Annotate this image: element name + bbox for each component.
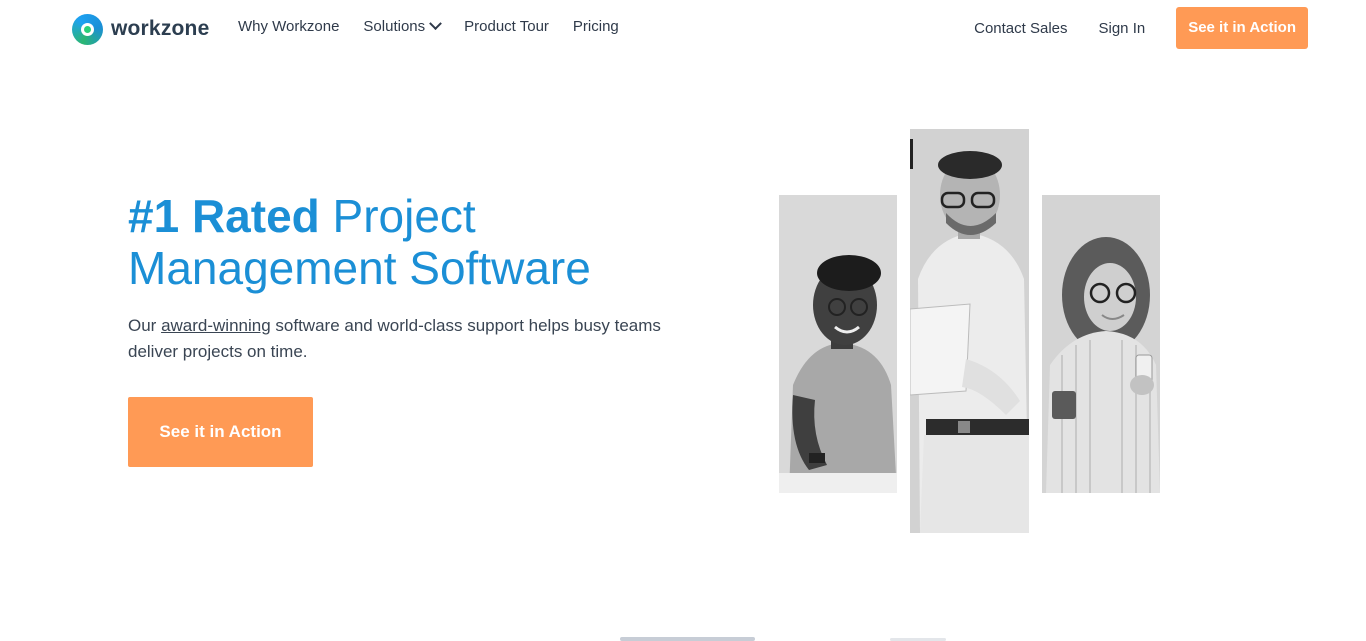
photo-man-laughing <box>779 195 897 493</box>
nav-product-tour[interactable]: Product Tour <box>464 18 549 35</box>
photo-man-with-laptop-image <box>910 129 1029 533</box>
photo-man-laughing-image <box>779 195 897 493</box>
nav-label: Why Workzone <box>238 18 340 35</box>
main-nav: Why Workzone Solutions Product Tour Pric… <box>238 17 643 35</box>
nav-label: Product Tour <box>464 18 549 35</box>
photo-woman-with-phone-image <box>1042 195 1160 493</box>
secondary-nav: Contact Sales Sign In See it in Action <box>974 7 1308 49</box>
nav-label: Solutions <box>363 18 426 35</box>
hero-subtitle: Our award-winning software and world-cla… <box>128 313 708 365</box>
header-cta-button[interactable]: See it in Action <box>1176 7 1308 49</box>
award-winning-link[interactable]: award-winning <box>161 316 271 335</box>
hero-cta-button[interactable]: See it in Action <box>128 397 313 467</box>
nav-pricing[interactable]: Pricing <box>573 18 619 35</box>
workzone-ring-icon <box>72 13 103 45</box>
photo-man-with-laptop <box>910 129 1029 533</box>
nav-solutions[interactable]: Solutions <box>363 17 443 35</box>
brand-name: workzone <box>111 17 210 40</box>
sign-in-link[interactable]: Sign In <box>1099 20 1146 37</box>
hero-sub-prefix: Our <box>128 316 162 335</box>
logo-link[interactable]: workzone <box>72 13 209 45</box>
nav-label: Pricing <box>572 18 619 35</box>
nav-why-workzone[interactable]: Why Workzone <box>238 18 339 35</box>
chevron-down-icon <box>429 17 443 31</box>
hero-title-bold: #1 Rated <box>128 190 320 242</box>
photo-woman-with-phone <box>1042 195 1160 493</box>
section-divider <box>620 637 755 641</box>
contact-sales-link[interactable]: Contact Sales <box>974 20 1067 37</box>
hero-title: #1 Rated Project Management Software <box>128 190 728 294</box>
site-header: workzone Why Workzone Solutions Product … <box>0 0 1366 58</box>
